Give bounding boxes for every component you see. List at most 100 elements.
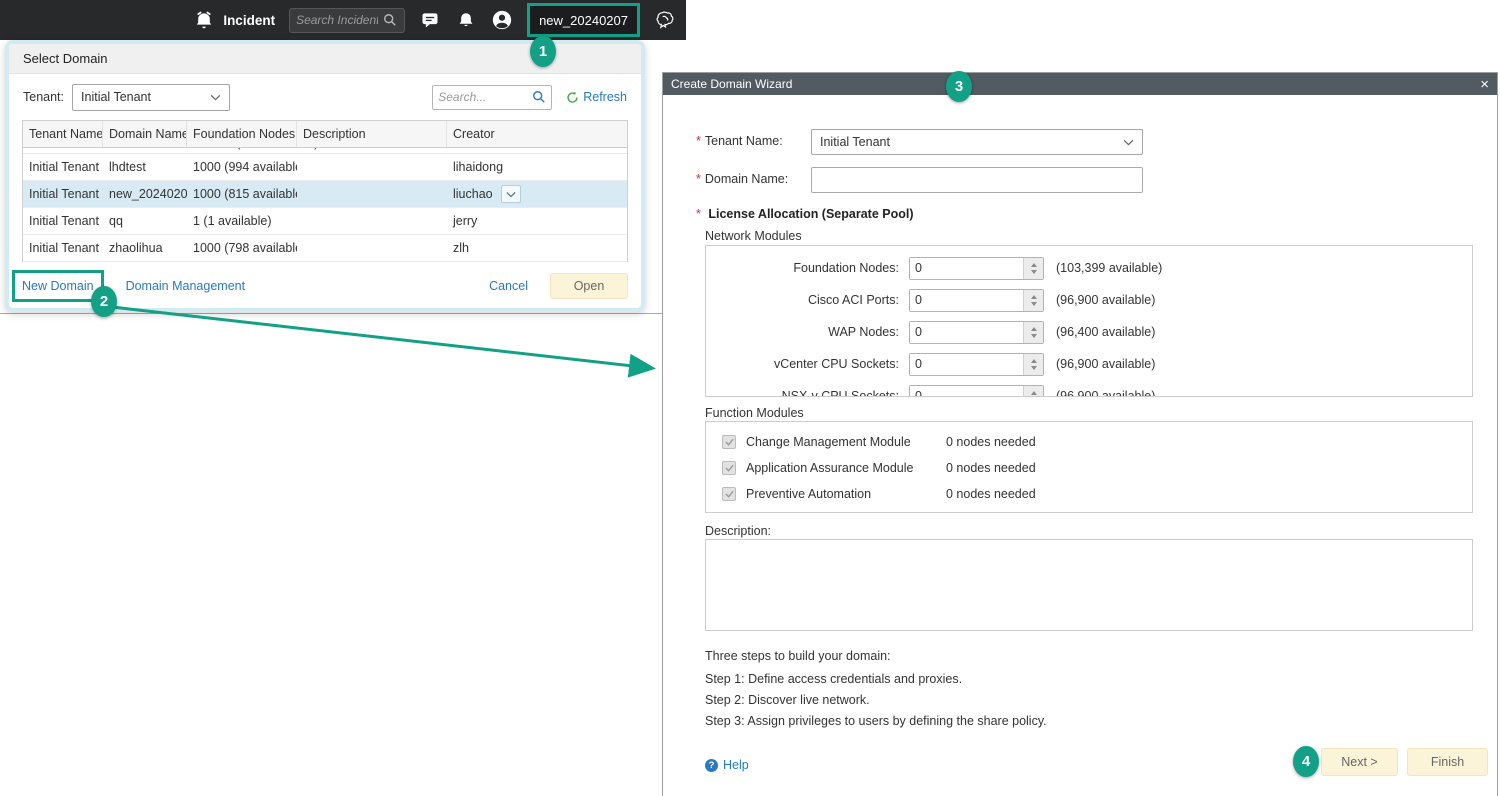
next-button[interactable]: Next > [1321,748,1398,776]
nsx-v-cpu-sockets-spinner[interactable] [909,385,1044,398]
clipped-scrolled-row[interactable]: 1000 (994 available) [23,148,627,154]
refresh-label: Refresh [583,90,627,104]
create-domain-wizard-dialog: Create Domain Wizard × *Tenant Name: Ini… [662,72,1498,796]
domain-search-box[interactable] [432,85,552,110]
column-header[interactable]: Creator [447,121,627,147]
incident-search-input[interactable] [296,13,378,27]
cell-nodes: 1000 (994 available) [187,160,297,174]
description-textarea[interactable] [705,539,1473,631]
cell-creator: liuchao [453,187,493,201]
nodes-needed: 0 nodes needed [946,487,1036,501]
user-avatar-icon[interactable] [491,9,513,31]
spinner-buttons[interactable] [1023,258,1043,279]
wap-nodes-input[interactable] [910,322,1023,343]
incident-search-box[interactable] [289,8,405,33]
description-label: Description: [705,524,771,538]
domain-table: Tenant Name Domain Name Foundation Nodes… [22,120,628,262]
nsx-v-cpu-sockets-input[interactable] [910,386,1023,398]
domain-management-link[interactable]: Domain Management [126,279,246,293]
messages-icon[interactable] [419,9,441,31]
step-3: Step 3: Assign privileges to users by de… [705,714,1047,728]
column-header[interactable]: Tenant Name [23,121,103,147]
cell-creator: jerry [447,214,627,228]
select-domain-toolbar: Tenant: Initial Tenant Refresh [9,74,641,120]
brain-assistant-icon[interactable] [654,9,676,31]
table-row[interactable]: Initial Tenant lhdtest 1000 (994 availab… [23,154,627,181]
cell-domain: zhaolihua [103,241,187,255]
required-asterisk: * [696,134,701,148]
refresh-button[interactable]: Refresh [566,90,627,104]
cisco-aci-ports-input[interactable] [910,290,1023,311]
checkbox-checked-disabled[interactable] [722,461,736,475]
wap-nodes-label: WAP Nodes: [706,325,909,339]
cell-tenant: Initial Tenant [23,241,103,255]
cell-domain: qq [103,214,187,228]
check-icon [725,464,734,472]
step-1: Step 1: Define access credentials and pr… [705,672,962,686]
wizard-title: Create Domain Wizard [671,77,792,91]
incident-menu[interactable]: Incident [193,9,275,31]
vcenter-cpu-sockets-spinner[interactable] [909,353,1044,376]
incident-alarm-icon [193,9,215,31]
spinner-buttons[interactable] [1023,354,1043,375]
vcenter-cpu-sockets-label: vCenter CPU Sockets: [706,357,909,371]
row-actions-dropdown[interactable] [501,185,521,203]
cell-tenant: Initial Tenant [23,214,103,228]
column-header[interactable]: Foundation Nodes [187,121,297,147]
help-link[interactable]: ? Help [705,758,749,772]
function-modules-box: Change Management Module 0 nodes needed … [705,421,1473,513]
annotation-badge-4: 4 [1293,746,1319,777]
required-asterisk: * [696,172,701,186]
network-module-row: NSX-v CPU Sockets: (96,900 available) [706,384,1472,397]
column-header[interactable]: Description [297,121,447,147]
open-button[interactable]: Open [550,273,628,299]
wizard-titlebar: Create Domain Wizard × [663,73,1497,95]
column-header[interactable]: Domain Name [103,121,187,147]
search-icon[interactable] [382,12,398,28]
current-domain-button[interactable]: new_20240207 [527,3,640,37]
domain-name-label: *Domain Name: [696,172,788,186]
spinner-buttons[interactable] [1023,290,1043,311]
help-label: Help [723,758,749,772]
wizard-tenant-dropdown[interactable]: Initial Tenant [811,129,1143,155]
refresh-icon [566,91,579,104]
domain-search-input[interactable] [438,90,532,104]
spinner-buttons[interactable] [1023,322,1043,343]
foundation-nodes-label: Foundation Nodes: [706,261,909,275]
network-module-row: WAP Nodes: (96,400 available) [706,320,1472,344]
checkbox-checked-disabled[interactable] [722,435,736,449]
required-asterisk: * [696,207,701,221]
cell-creator: lihaidong [447,160,627,174]
notifications-bell-icon[interactable] [455,9,477,31]
foundation-nodes-spinner[interactable] [909,257,1044,280]
table-row-selected[interactable]: Initial Tenant new_20240207 1000 (815 av… [23,181,627,208]
finish-button[interactable]: Finish [1407,748,1488,776]
wizard-tenant-value: Initial Tenant [820,135,890,149]
checkbox-checked-disabled[interactable] [722,487,736,501]
select-domain-dialog: Select Domain Tenant: Initial Tenant Ref… [5,40,645,312]
available-count: (96,900 available) [1056,389,1155,397]
cancel-link[interactable]: Cancel [489,279,528,293]
cisco-aci-ports-spinner[interactable] [909,289,1044,312]
vcenter-cpu-sockets-input[interactable] [910,354,1023,375]
table-row[interactable]: Initial Tenant qq 1 (1 available) jerry [23,208,627,235]
close-icon[interactable]: × [1480,77,1489,92]
new-domain-link[interactable]: New Domain [22,279,94,293]
table-row[interactable]: Initial Tenant zhaolihua 1000 (798 avail… [23,235,627,262]
foundation-nodes-input[interactable] [910,258,1023,279]
cell-domain: lhdtest [103,160,187,174]
nodes-needed: 0 nodes needed [946,461,1036,475]
available-count: (96,400 available) [1056,325,1155,339]
tenant-dropdown[interactable]: Initial Tenant [72,84,230,111]
spinner-buttons[interactable] [1023,386,1043,398]
cisco-aci-ports-label: Cisco ACI Ports: [706,293,909,307]
function-modules-label: Function Modules [705,406,804,420]
domain-name-input[interactable] [811,167,1143,193]
change-management-module-label: Change Management Module [746,435,924,449]
wap-nodes-spinner[interactable] [909,321,1044,344]
network-modules-label: Network Modules [705,229,802,243]
cell-nodes: 1 (1 available) [187,214,297,228]
function-module-row: Application Assurance Module 0 nodes nee… [706,458,1472,478]
network-modules-box: Foundation Nodes: (103,399 available) Ci… [705,245,1473,397]
search-icon[interactable] [532,90,546,104]
